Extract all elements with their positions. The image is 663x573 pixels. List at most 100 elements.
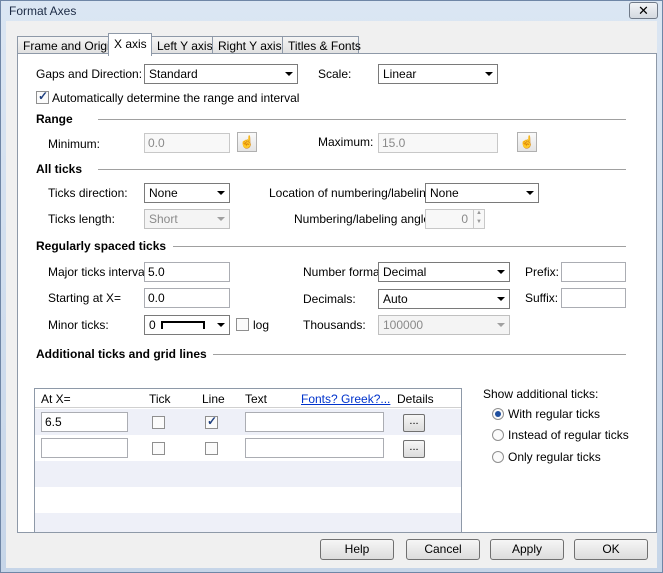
maximum-label: Maximum: — [318, 135, 374, 149]
window-title: Format Axes — [9, 4, 77, 18]
prefix-label: Prefix: — [525, 265, 560, 279]
divider — [213, 354, 626, 355]
cancel-button[interactable]: Cancel — [406, 539, 480, 560]
radio-with-regular-label: With regular ticks — [508, 407, 601, 421]
thousands-select[interactable]: 100000 — [378, 315, 510, 335]
angle-spinner[interactable]: ▲ ▼ — [473, 209, 484, 229]
divider — [98, 169, 626, 170]
minimum-label: Minimum: — [48, 137, 101, 151]
radio-only-regular[interactable] — [492, 451, 504, 463]
chevron-down-icon — [217, 217, 225, 221]
show-additional-label: Show additional ticks: — [483, 387, 599, 401]
scale-label: Scale: — [318, 67, 352, 81]
chevron-down-icon — [217, 323, 225, 327]
tick-checkbox[interactable] — [152, 442, 165, 455]
minor-ticks-label: Minor ticks: — [48, 318, 109, 332]
text-input[interactable] — [245, 438, 384, 458]
decimals-label: Decimals: — [303, 292, 356, 306]
location-select[interactable]: None — [425, 183, 539, 203]
ok-button[interactable]: OK — [574, 539, 648, 560]
chevron-down-icon — [217, 191, 225, 195]
format-axes-window: Format Axes ✕ Frame and Origin X axis Le… — [0, 0, 663, 573]
minor-ticks-value: 0 — [149, 318, 156, 332]
scale-select[interactable]: Linear — [378, 64, 498, 84]
minimum-input[interactable]: 0.0 — [144, 133, 230, 153]
number-format-label: Number format: — [303, 265, 387, 279]
line-checkbox[interactable] — [205, 414, 218, 429]
table-row-empty — [35, 513, 461, 532]
ticks-length-label: Ticks length: — [48, 212, 115, 226]
table-row: 6.5 ... — [35, 409, 461, 435]
additional-heading: Additional ticks and grid lines — [36, 347, 207, 361]
thousands-value: 100000 — [383, 318, 424, 332]
hand-pointer-icon: ☝ — [239, 135, 255, 149]
tick-checkbox[interactable] — [152, 416, 165, 429]
minor-ticks-preview-icon — [161, 321, 205, 329]
radio-instead-of-regular[interactable] — [492, 429, 504, 441]
details-button[interactable]: ... — [403, 414, 425, 432]
col-line: Line — [202, 392, 225, 406]
at-x-input[interactable] — [41, 438, 128, 458]
number-format-select[interactable]: Decimal — [378, 262, 510, 282]
col-text: Text — [245, 392, 268, 406]
gaps-value: Standard — [149, 67, 198, 81]
suffix-label: Suffix: — [525, 291, 559, 305]
maximum-input[interactable]: 15.0 — [378, 133, 498, 153]
apply-button[interactable]: Apply — [490, 539, 564, 560]
gaps-select[interactable]: Standard — [144, 64, 298, 84]
regular-ticks-heading: Regularly spaced ticks — [36, 239, 167, 253]
auto-range-checkbox[interactable] — [36, 89, 49, 104]
spin-up-icon: ▲ — [476, 210, 482, 216]
starting-at-input[interactable]: 0.0 — [144, 288, 230, 308]
thousands-label: Thousands: — [303, 318, 366, 332]
decimals-select[interactable]: Auto — [378, 289, 510, 309]
major-interval-label: Major ticks interval: — [48, 265, 151, 279]
dialog-client: Frame and Origin X axis Left Y axis Righ… — [6, 21, 657, 568]
help-button[interactable]: Help — [320, 539, 394, 560]
minor-ticks-select[interactable]: 0 — [144, 315, 230, 335]
suffix-input[interactable] — [561, 288, 626, 308]
text-input[interactable] — [245, 412, 384, 432]
x-axis-panel: Gaps and Direction: Standard Scale: Line… — [17, 53, 657, 533]
chevron-down-icon — [497, 297, 505, 301]
radio-with-regular[interactable] — [492, 408, 504, 420]
log-checkbox[interactable] — [236, 318, 249, 331]
table-row: ... — [35, 435, 461, 461]
auto-range-label: Automatically determine the range and in… — [52, 91, 300, 105]
ticks-direction-select[interactable]: None — [144, 183, 230, 203]
fonts-greek-link[interactable]: Fonts? Greek?... — [301, 392, 390, 406]
at-x-input[interactable]: 6.5 — [41, 412, 128, 432]
chevron-down-icon — [526, 191, 534, 195]
prefix-input[interactable] — [561, 262, 626, 282]
col-details: Details — [397, 392, 434, 406]
major-interval-input[interactable]: 5.0 — [144, 262, 230, 282]
radio-instead-of-regular-label: Instead of regular ticks — [508, 428, 629, 442]
location-label: Location of numbering/labeling: — [269, 186, 436, 200]
divider — [173, 246, 626, 247]
all-ticks-heading: All ticks — [36, 162, 83, 176]
ticks-direction-value: None — [149, 186, 178, 200]
number-format-value: Decimal — [383, 265, 427, 279]
ticks-length-select[interactable]: Short — [144, 209, 230, 229]
close-icon: ✕ — [638, 3, 649, 18]
scale-value: Linear — [383, 67, 417, 81]
location-value: None — [430, 186, 459, 200]
pick-minimum-button[interactable]: ☝ — [237, 132, 257, 152]
chevron-down-icon — [497, 270, 505, 274]
starting-at-label: Starting at X= — [48, 291, 122, 305]
details-button[interactable]: ... — [403, 440, 425, 458]
col-at-x: At X= — [41, 392, 71, 406]
close-button[interactable]: ✕ — [629, 2, 658, 19]
chevron-down-icon — [497, 323, 505, 327]
tab-x-axis[interactable]: X axis — [108, 33, 152, 56]
spin-down-icon: ▼ — [476, 219, 482, 225]
gaps-label: Gaps and Direction: — [36, 67, 143, 81]
table-row-empty — [35, 461, 461, 487]
hand-pointer-icon: ☝ — [519, 135, 535, 149]
log-label: log — [253, 318, 270, 332]
pick-maximum-button[interactable]: ☝ — [517, 132, 537, 152]
col-tick: Tick — [149, 392, 171, 406]
line-checkbox[interactable] — [205, 442, 218, 455]
decimals-value: Auto — [383, 292, 408, 306]
ticks-length-value: Short — [149, 212, 178, 226]
